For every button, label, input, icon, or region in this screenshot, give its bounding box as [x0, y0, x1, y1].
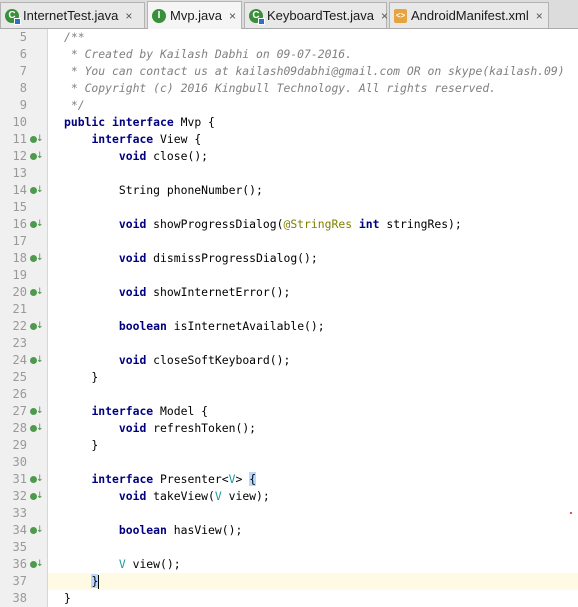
implemented-method-icon[interactable]: ↓: [30, 522, 44, 539]
line-number: 36: [12, 557, 27, 571]
line-number: 35: [12, 540, 27, 554]
close-tab-icon[interactable]: ×: [125, 9, 132, 23]
line-number: 23: [12, 336, 27, 350]
line-number: 24: [12, 353, 27, 367]
implemented-method-icon[interactable]: ↓: [30, 352, 44, 369]
implemented-method-icon[interactable]: ↓: [30, 318, 44, 335]
code-line[interactable]: interface Presenter<V> {: [64, 471, 257, 488]
tab-internettest-java[interactable]: C InternetTest.java ×: [0, 2, 145, 28]
tab-label: AndroidManifest.xml: [411, 8, 529, 23]
implemented-method-icon[interactable]: ↓: [30, 471, 44, 488]
java-class-icon: C: [5, 8, 21, 25]
code-line[interactable]: void showInternetError();: [64, 284, 290, 301]
code-line[interactable]: /**: [64, 29, 85, 46]
tab-keyboardtest-java[interactable]: C KeyboardTest.java ×: [244, 2, 388, 28]
line-number: 20: [12, 285, 27, 299]
line-number: 6: [19, 47, 27, 61]
line-number: 11: [12, 132, 27, 146]
line-number: 25: [12, 370, 27, 384]
code-line[interactable]: void takeView(V view);: [64, 488, 270, 505]
close-tab-icon[interactable]: ×: [229, 9, 236, 23]
code-line[interactable]: void showProgressDialog(@StringRes int s…: [64, 216, 462, 233]
editor-gutter: 5 6 7 8 9 10 11 ↓ 12 ↓ 13 14 ↓ 15 16 ↓ 17 18 ↓ 19 20 ↓ 21 22 ↓ 23…: [0, 29, 48, 607]
line-number: 17: [12, 234, 27, 248]
code-line[interactable]: }: [64, 437, 98, 454]
editor-tab-bar: C InternetTest.java × I Mvp.java × C KeyboardTe…: [0, 0, 578, 29]
code-line[interactable]: interface Model {: [64, 403, 208, 420]
line-number: 29: [12, 438, 27, 452]
code-line[interactable]: interface View {: [64, 131, 201, 148]
code-line[interactable]: void closeSoftKeyboard();: [64, 352, 290, 369]
close-tab-icon[interactable]: ×: [381, 9, 388, 23]
xml-file-icon: <>: [394, 8, 407, 23]
implemented-method-icon[interactable]: ↓: [30, 488, 44, 505]
tab-androidmanifest-xml[interactable]: <> AndroidManifest.xml ×: [389, 2, 549, 28]
line-number: 28: [12, 421, 27, 435]
java-interface-icon: I: [152, 8, 166, 23]
code-line[interactable]: }: [64, 573, 100, 590]
code-line[interactable]: public interface Mvp {: [64, 114, 215, 131]
line-number: 13: [12, 166, 27, 180]
line-number: 12: [12, 149, 27, 163]
code-editor[interactable]: /** * Created by Kailash Dabhi on 09-07-…: [48, 29, 578, 607]
code-line[interactable]: boolean isInternetAvailable();: [64, 318, 325, 335]
tab-label: Mvp.java: [170, 8, 223, 23]
code-line[interactable]: V view();: [64, 556, 181, 573]
implemented-method-icon[interactable]: ↓: [30, 250, 44, 267]
line-number: 26: [12, 387, 27, 401]
line-number: 7: [19, 64, 27, 78]
line-number: 16: [12, 217, 27, 231]
code-line[interactable]: void close();: [64, 148, 208, 165]
implemented-method-icon[interactable]: ↓: [30, 403, 44, 420]
code-line[interactable]: boolean hasView();: [64, 522, 242, 539]
line-number: 22: [12, 319, 27, 333]
line-number: 34: [12, 523, 27, 537]
code-line[interactable]: * Copyright (c) 2016 Kingbull Technology…: [64, 80, 496, 97]
line-number: 15: [12, 200, 27, 214]
line-number: 38: [12, 591, 27, 605]
code-line[interactable]: }: [64, 590, 71, 607]
line-number: 14: [12, 183, 27, 197]
tab-label: InternetTest.java: [23, 8, 119, 23]
java-class-icon: C: [249, 8, 265, 25]
implemented-method-icon[interactable]: ↓: [30, 182, 44, 199]
implemented-method-icon[interactable]: ↓: [30, 148, 44, 165]
line-number: 21: [12, 302, 27, 316]
implemented-method-icon[interactable]: ↓: [30, 216, 44, 233]
code-line[interactable]: void dismissProgressDialog();: [64, 250, 318, 267]
line-number: 32: [12, 489, 27, 503]
line-number: 9: [19, 98, 27, 112]
line-number: 5: [19, 30, 27, 44]
code-line[interactable]: * Created by Kailash Dabhi on 09-07-2016…: [64, 46, 352, 63]
close-tab-icon[interactable]: ×: [536, 9, 543, 23]
line-number: 33: [12, 506, 27, 520]
implemented-method-icon[interactable]: ↓: [30, 284, 44, 301]
line-number: 27: [12, 404, 27, 418]
code-line[interactable]: void refreshToken();: [64, 420, 256, 437]
implemented-method-icon[interactable]: ↓: [30, 420, 44, 437]
line-number: 19: [12, 268, 27, 282]
implemented-method-icon[interactable]: ↓: [30, 556, 44, 573]
tab-label: KeyboardTest.java: [267, 8, 374, 23]
line-number: 31: [12, 472, 27, 486]
code-line[interactable]: }: [64, 369, 98, 386]
error-stripe-marker[interactable]: [570, 512, 572, 514]
implemented-method-icon[interactable]: ↓: [30, 131, 44, 148]
line-number: 37: [12, 574, 27, 588]
line-number: 8: [19, 81, 27, 95]
tab-mvp-java[interactable]: I Mvp.java ×: [147, 1, 242, 29]
line-number: 18: [12, 251, 27, 265]
line-number: 30: [12, 455, 27, 469]
code-line[interactable]: * You can contact us at kailash09dabhi@g…: [64, 63, 565, 80]
line-number: 10: [12, 115, 27, 129]
code-line[interactable]: */: [64, 97, 85, 114]
code-line[interactable]: String phoneNumber();: [64, 182, 263, 199]
